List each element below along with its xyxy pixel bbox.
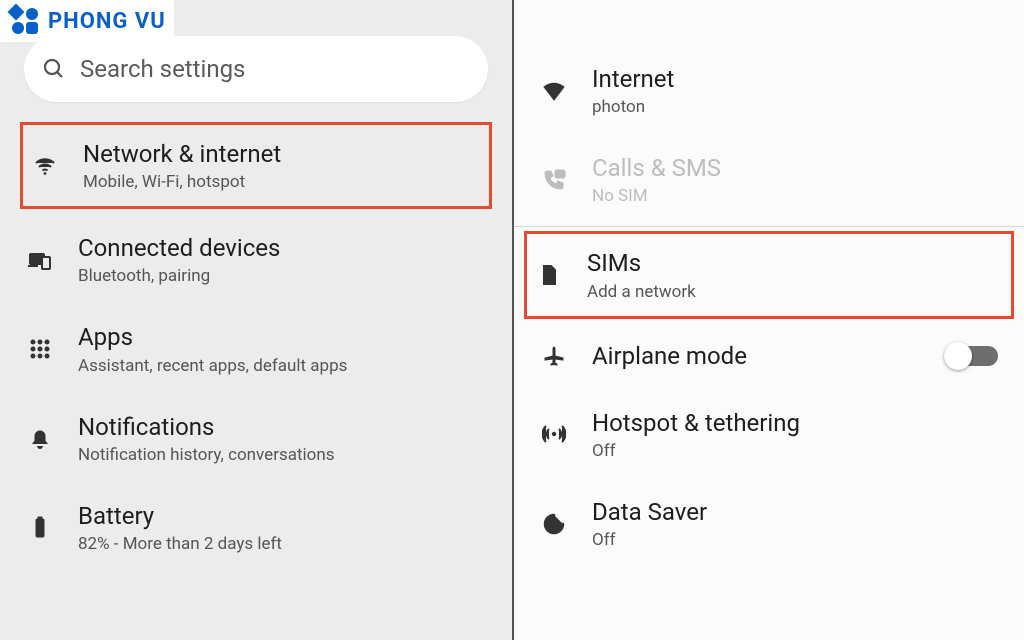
network-item-title: Data Saver xyxy=(592,497,998,528)
airplane-mode-toggle[interactable] xyxy=(944,341,998,371)
phone-sms-icon xyxy=(540,168,568,192)
network-item-subtitle: photon xyxy=(592,97,998,117)
network-item-subtitle: Off xyxy=(592,441,998,461)
network-item-airplane[interactable]: Airplane mode xyxy=(514,323,1024,390)
sim-card-icon xyxy=(535,263,563,287)
wifi-icon xyxy=(31,154,59,178)
network-item-title: Calls & SMS xyxy=(592,153,998,184)
divider xyxy=(514,226,1024,227)
network-item-calls-sms: Calls & SMS No SIM xyxy=(514,135,1024,224)
settings-item-title: Notifications xyxy=(78,412,486,443)
settings-item-network[interactable]: Network & internet Mobile, Wi-Fi, hotspo… xyxy=(23,125,489,206)
bell-icon xyxy=(26,426,54,450)
network-item-sims[interactable]: SIMs Add a network xyxy=(527,234,1011,315)
settings-item-title: Connected devices xyxy=(78,233,486,264)
brand-logo: PHONG VU xyxy=(0,0,174,42)
network-item-internet[interactable]: Internet photon xyxy=(514,46,1024,135)
settings-item-title: Apps xyxy=(78,322,486,353)
network-detail-pane: Internet photon Calls & SMS No SIM xyxy=(512,0,1024,640)
settings-item-battery[interactable]: Battery 82% - More than 2 days left xyxy=(0,483,512,572)
settings-item-subtitle: Assistant, recent apps, default apps xyxy=(78,356,486,376)
airplane-icon xyxy=(540,344,568,368)
hotspot-icon xyxy=(540,422,568,446)
network-item-title: SIMs xyxy=(587,248,1003,279)
settings-item-subtitle: Mobile, Wi-Fi, hotspot xyxy=(83,172,481,192)
network-item-data-saver[interactable]: Data Saver Off xyxy=(514,479,1024,568)
network-item-title: Hotspot & tethering xyxy=(592,408,998,439)
settings-item-subtitle: Bluetooth, pairing xyxy=(78,266,486,286)
data-saver-icon xyxy=(540,512,568,536)
network-item-subtitle: No SIM xyxy=(592,186,998,206)
network-item-title: Internet xyxy=(592,64,998,95)
highlight-sims: SIMs Add a network xyxy=(524,231,1014,318)
brand-logo-mark xyxy=(8,4,42,38)
battery-icon xyxy=(26,515,54,539)
network-item-hotspot[interactable]: Hotspot & tethering Off xyxy=(514,390,1024,479)
settings-main-pane: PHONG VU Network & internet Mobile, Wi-F… xyxy=(0,0,512,640)
settings-item-title: Network & internet xyxy=(83,139,481,170)
settings-item-notifications[interactable]: Notifications Notification history, conv… xyxy=(0,394,512,483)
search-input[interactable] xyxy=(80,55,470,83)
search-icon xyxy=(42,57,66,81)
settings-item-connected-devices[interactable]: Connected devices Bluetooth, pairing xyxy=(0,215,512,304)
network-item-title: Airplane mode xyxy=(592,341,920,372)
highlight-network-internet: Network & internet Mobile, Wi-Fi, hotspo… xyxy=(20,122,492,209)
apps-grid-icon xyxy=(26,337,54,361)
brand-logo-text: PHONG VU xyxy=(48,9,166,34)
settings-item-subtitle: 82% - More than 2 days left xyxy=(78,534,486,554)
network-item-subtitle: Off xyxy=(592,530,998,550)
settings-item-apps[interactable]: Apps Assistant, recent apps, default app… xyxy=(0,304,512,393)
network-item-subtitle: Add a network xyxy=(587,282,1003,302)
search-bar[interactable] xyxy=(24,36,488,102)
settings-item-title: Battery xyxy=(78,501,486,532)
settings-item-subtitle: Notification history, conversations xyxy=(78,445,486,465)
devices-icon xyxy=(26,248,54,272)
wifi-full-icon xyxy=(540,79,568,103)
